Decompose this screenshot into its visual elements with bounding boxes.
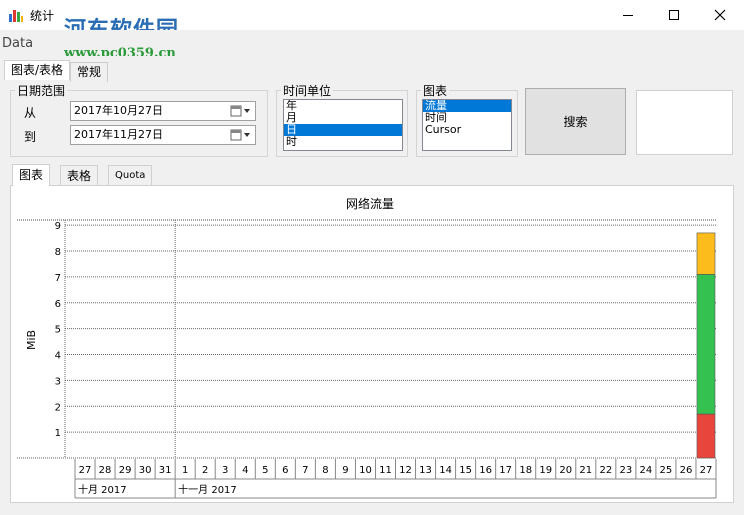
- chart-option-cursor[interactable]: Cursor: [423, 124, 511, 136]
- x-tick-label: 26: [680, 465, 693, 476]
- x-tick-label: 1: [182, 465, 188, 476]
- month-label: 十月 2017: [78, 483, 127, 496]
- x-tick-label: 28: [99, 465, 112, 476]
- y-tick-label: 7: [55, 273, 61, 284]
- x-tick-label: 20: [559, 465, 572, 476]
- x-tick-label: 3: [222, 465, 228, 476]
- chart-select-legend: 图表: [423, 84, 448, 98]
- y-tick-label: 6: [55, 299, 61, 310]
- date-range-legend: 日期范围: [17, 84, 66, 98]
- tab-general[interactable]: 常规: [70, 62, 109, 82]
- time-unit-option-day[interactable]: 日: [284, 124, 402, 136]
- bar-segment: [696, 232, 716, 275]
- x-tick-label: 23: [619, 465, 632, 476]
- to-label: 到: [24, 130, 37, 144]
- y-tick-label: 1: [55, 428, 61, 439]
- x-tick-label: 18: [519, 465, 532, 476]
- x-tick-label: 21: [579, 465, 592, 476]
- from-date-value: 2017年10月27日: [74, 104, 163, 117]
- y-axis-label: MiB: [25, 330, 38, 350]
- x-tick-label: 14: [439, 465, 452, 476]
- chart-type-listbox[interactable]: 流量 时间 Cursor: [422, 99, 512, 151]
- bar-segment: [696, 274, 716, 415]
- bar-segment: [696, 413, 716, 459]
- x-tick-label: 10: [359, 465, 372, 476]
- close-button[interactable]: [697, 0, 743, 30]
- calendar-dropdown-icon[interactable]: [230, 104, 252, 118]
- x-tick-label: 6: [282, 465, 288, 476]
- x-tick-label: 27: [700, 465, 713, 476]
- x-tick-label: 27: [79, 465, 92, 476]
- x-tick-label: 24: [640, 465, 653, 476]
- x-tick-label: 12: [399, 465, 412, 476]
- maximize-icon: [669, 10, 679, 20]
- minimize-icon: [623, 14, 633, 16]
- close-icon: [714, 9, 726, 21]
- time-unit-legend: 时间单位: [283, 84, 332, 98]
- from-label: 从: [24, 106, 37, 120]
- x-tick-label: 16: [479, 465, 492, 476]
- tab-quota[interactable]: Quota: [108, 165, 153, 186]
- y-tick-label: 4: [55, 351, 61, 362]
- x-tick-label: 15: [459, 465, 472, 476]
- y-tick-label: 3: [55, 376, 61, 387]
- month-label: 十一月 2017: [178, 483, 237, 496]
- app-chart-icon: [9, 10, 23, 22]
- empty-panel: [636, 90, 733, 155]
- to-date-picker[interactable]: 2017年11月27日: [70, 125, 256, 145]
- x-tick-label: 19: [539, 465, 552, 476]
- from-date-picker[interactable]: 2017年10月27日: [70, 101, 256, 121]
- traffic-chart: 网络流量 MiB 123456789 27 28 29 30 31 1 2 3 4 5 6 7 8 9 10…: [17, 196, 717, 499]
- tab-chart-table[interactable]: 图表/表格: [4, 60, 71, 80]
- x-tick-label: 7: [302, 465, 308, 476]
- x-tick-label: 25: [660, 465, 673, 476]
- y-tick-label: 2: [55, 402, 61, 413]
- x-tick-label: 11: [379, 465, 392, 476]
- search-button[interactable]: 搜索: [525, 88, 626, 155]
- time-unit-option-hour[interactable]: 时: [284, 136, 402, 148]
- x-tick-label: 8: [322, 465, 328, 476]
- x-tick-label: 29: [119, 465, 132, 476]
- tab-chart[interactable]: 图表: [12, 164, 51, 186]
- minimize-button[interactable]: [605, 0, 651, 30]
- data-label: Data: [2, 36, 34, 51]
- time-unit-option-month[interactable]: 月: [284, 112, 402, 124]
- x-tick-label: 4: [242, 465, 248, 476]
- x-tick-label: 17: [499, 465, 512, 476]
- y-tick-label: 9: [55, 221, 61, 232]
- y-tick-label: 8: [55, 247, 61, 258]
- x-tick-label: 9: [342, 465, 348, 476]
- window-title: 统计: [30, 9, 55, 23]
- calendar-dropdown-icon[interactable]: [230, 128, 252, 142]
- x-tick-label: 13: [419, 465, 432, 476]
- y-tick-label: 5: [55, 325, 61, 336]
- tab-table[interactable]: 表格: [60, 165, 99, 186]
- to-date-value: 2017年11月27日: [74, 128, 163, 141]
- x-tick-label: 5: [262, 465, 268, 476]
- maximize-button[interactable]: [651, 0, 697, 30]
- chart-title: 网络流量: [346, 196, 394, 211]
- x-tick-label: 2: [202, 465, 208, 476]
- time-unit-option-year[interactable]: 年: [284, 100, 402, 112]
- x-tick-label: 22: [599, 465, 612, 476]
- time-unit-listbox[interactable]: 年 月 日 时: [283, 99, 403, 151]
- x-tick-label: 31: [159, 465, 172, 476]
- x-tick-label: 30: [139, 465, 152, 476]
